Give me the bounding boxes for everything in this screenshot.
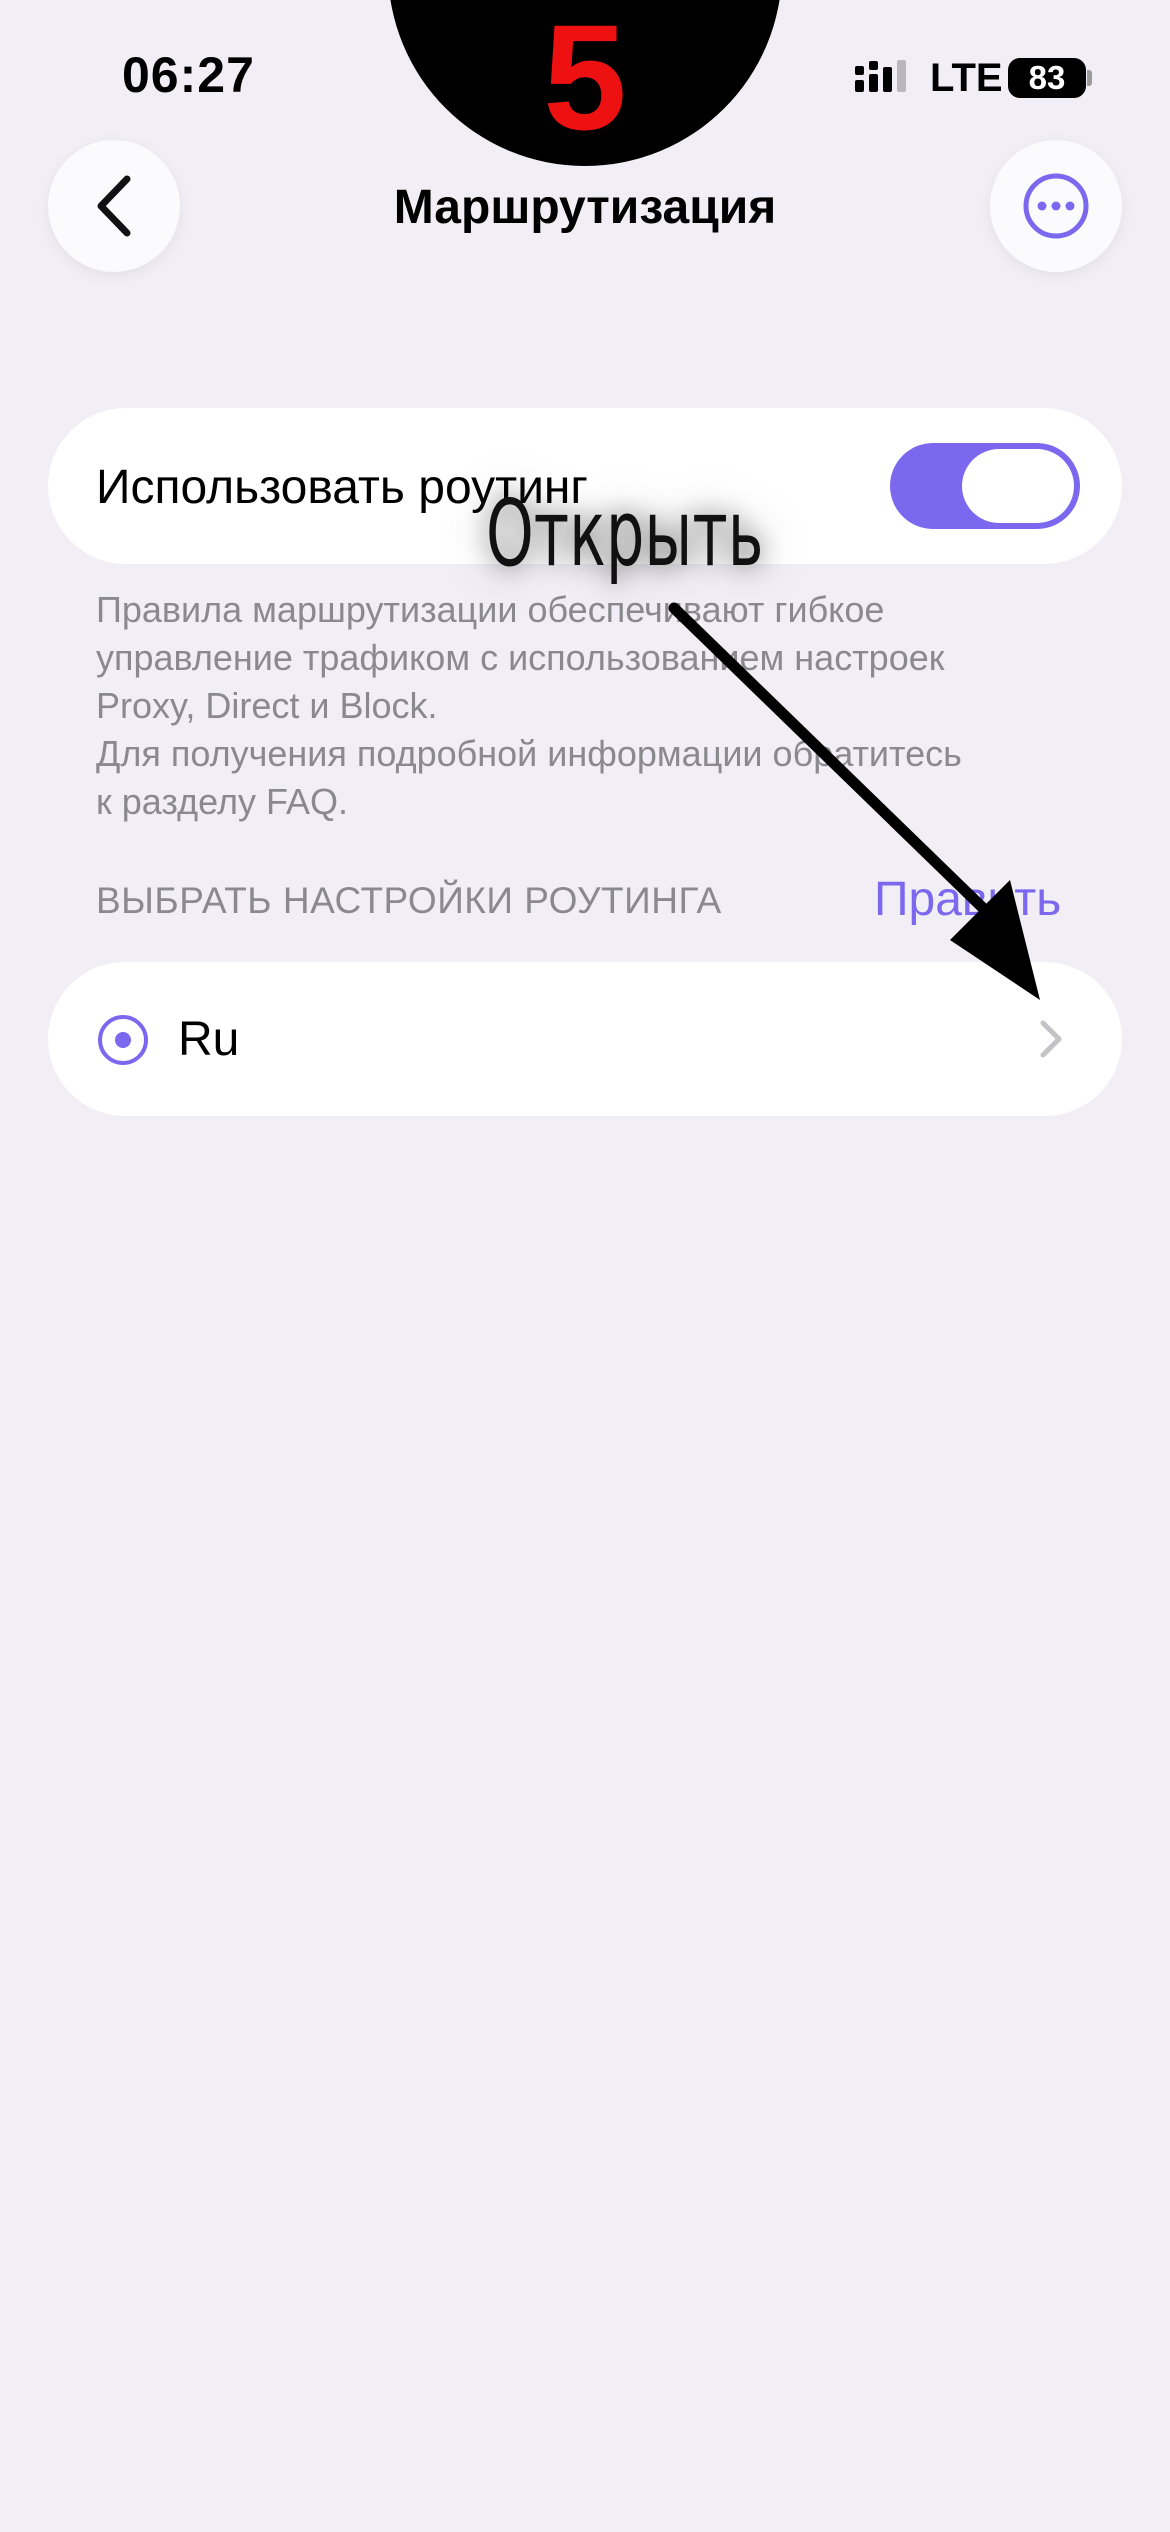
annotation-arrow-icon — [668, 602, 1040, 1000]
